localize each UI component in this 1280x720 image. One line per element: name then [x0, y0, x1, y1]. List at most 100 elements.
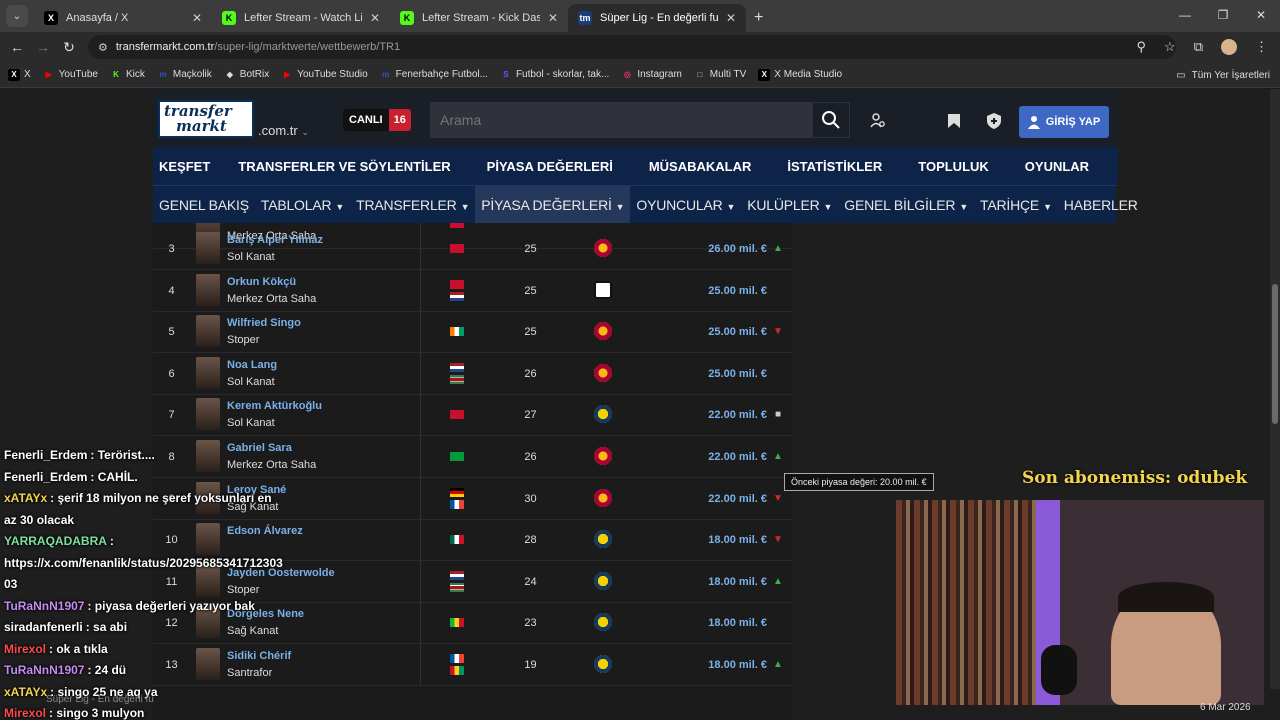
- market-value-link[interactable]: 26.00 mil. €: [708, 228, 767, 270]
- player-name-link[interactable]: Kerem Aktürkoğlu: [227, 400, 322, 412]
- market-value-link[interactable]: 22.00 mil. €: [708, 478, 767, 520]
- bookmark-item[interactable]: S Futbol - skorlar, tak...: [500, 69, 609, 81]
- reload-button[interactable]: ↻: [56, 39, 82, 56]
- bookmark-item[interactable]: m Maçkolik: [157, 69, 211, 81]
- sub-nav-item[interactable]: TABLOLAR ▼: [255, 186, 350, 224]
- url-bar[interactable]: ⚙ transfermarkt.com.tr/super-lig/marktwe…: [88, 35, 1176, 59]
- shield-icon[interactable]: [984, 111, 1004, 131]
- close-icon[interactable]: ✕: [192, 11, 202, 25]
- close-icon[interactable]: ✕: [726, 11, 736, 25]
- club-crest-gs-icon[interactable]: [594, 239, 612, 257]
- player-name-link[interactable]: Barış Alper Yılmaz: [227, 234, 323, 246]
- bookmark-item[interactable]: XX: [8, 68, 31, 81]
- back-button[interactable]: ←: [4, 39, 30, 55]
- market-value-link[interactable]: 18.00 mil. €: [708, 561, 767, 603]
- club-crest-gs-icon[interactable]: [594, 488, 612, 507]
- browser-tab[interactable]: K Lefter Stream - Kick Dashboard ✕: [390, 4, 568, 32]
- sub-nav-item[interactable]: HABERLER: [1058, 186, 1144, 224]
- trend-down-icon[interactable]: ▼: [773, 535, 783, 545]
- bookmark-item[interactable]: ◎ Instagram: [621, 69, 682, 81]
- bookmark-item[interactable]: K Kick: [110, 69, 145, 81]
- market-value-link[interactable]: 18.00 mil. €: [708, 519, 767, 561]
- bookmark-icon[interactable]: [944, 111, 964, 131]
- main-nav-item[interactable]: İSTATİSTİKLER: [781, 159, 888, 174]
- trend-down-icon[interactable]: ▼: [773, 493, 783, 504]
- sub-nav-item[interactable]: TARİHÇE ▼: [974, 186, 1058, 224]
- trend-unchanged-icon[interactable]: ■: [773, 410, 783, 420]
- profile-avatar[interactable]: [1221, 39, 1237, 55]
- club-crest-fb-icon[interactable]: [594, 405, 612, 424]
- main-nav-item[interactable]: PİYASA DEĞERLERİ: [481, 159, 619, 174]
- browser-tab[interactable]: X Anasayfa / X ✕: [34, 4, 212, 32]
- trend-up-icon[interactable]: ▲: [773, 244, 783, 254]
- search-input[interactable]: [430, 112, 812, 128]
- club-crest-fb-icon[interactable]: [594, 613, 612, 632]
- site-info-icon[interactable]: ⚙: [98, 41, 108, 54]
- main-nav-item[interactable]: TRANSFERLER VE SÖYLENTİLER: [232, 159, 456, 174]
- bookmark-item[interactable]: ▶ YouTube Studio: [281, 69, 368, 81]
- close-window-button[interactable]: ✕: [1242, 0, 1280, 32]
- trend-up-icon[interactable]: ▲: [773, 452, 783, 462]
- market-value-link[interactable]: 18.00 mil. €: [708, 602, 767, 644]
- sub-nav-item[interactable]: PİYASA DEĞERLERİ ▼: [475, 185, 631, 224]
- bookmark-item[interactable]: ◆ BotRix: [224, 69, 270, 81]
- sub-nav-item[interactable]: GENEL BİLGİLER ▼: [838, 186, 974, 224]
- main-nav-item[interactable]: KEŞFET: [153, 159, 216, 174]
- player-photo[interactable]: [196, 356, 220, 389]
- player-photo[interactable]: [196, 273, 220, 306]
- player-photo[interactable]: [196, 315, 220, 348]
- player-photo[interactable]: [196, 398, 220, 431]
- market-value-link[interactable]: 22.00 mil. €: [708, 394, 767, 436]
- market-value-link[interactable]: 22.00 mil. €: [708, 436, 767, 478]
- search-button[interactable]: [812, 102, 850, 138]
- sub-nav-item[interactable]: KULÜPLER ▼: [741, 186, 838, 224]
- close-icon[interactable]: ✕: [370, 11, 380, 25]
- transfermarkt-logo[interactable]: transfer markt: [158, 100, 254, 138]
- club-crest-gs-icon[interactable]: [594, 447, 612, 465]
- player-search-icon[interactable]: [868, 111, 888, 131]
- main-nav-item[interactable]: MÜSABAKALAR: [643, 159, 758, 174]
- player-name-link[interactable]: Wilfried Singo: [227, 317, 301, 329]
- market-value-link[interactable]: 18.00 mil. €: [708, 644, 767, 686]
- tab-search-button[interactable]: ⌄: [6, 5, 28, 27]
- zoom-icon[interactable]: ⚲: [1137, 39, 1147, 55]
- bookmark-item[interactable]: m Fenerbahçe Futbol...: [380, 69, 488, 81]
- player-name-link[interactable]: Noa Lang: [227, 359, 277, 371]
- trend-up-icon[interactable]: ▲: [773, 576, 783, 587]
- club-crest-gs-icon[interactable]: [594, 363, 612, 382]
- minimize-button[interactable]: —: [1166, 0, 1204, 32]
- market-value-link[interactable]: 25.00 mil. €: [708, 353, 767, 395]
- trend-down-icon[interactable]: ▼: [773, 327, 783, 337]
- main-nav-item[interactable]: TOPLULUK: [912, 159, 995, 174]
- club-crest-fb-icon[interactable]: [594, 530, 612, 549]
- trend-up-icon[interactable]: ▲: [773, 660, 783, 670]
- browser-tab[interactable]: K Lefter Stream - Watch Live on K ✕: [212, 4, 390, 32]
- page-scrollbar[interactable]: [1270, 89, 1280, 689]
- extensions-icon[interactable]: ⧉: [1194, 39, 1203, 55]
- bookmark-item[interactable]: □ Multi TV: [694, 69, 746, 81]
- club-crest-bjk-icon[interactable]: [594, 280, 612, 299]
- bookmark-item[interactable]: XX Media Studio: [758, 68, 842, 81]
- new-tab-button[interactable]: +: [754, 9, 763, 27]
- login-button[interactable]: GİRİŞ YAP: [1019, 106, 1109, 138]
- maximize-button[interactable]: ❐: [1204, 0, 1242, 32]
- market-value-link[interactable]: 25.00 mil. €: [708, 270, 767, 312]
- player-photo[interactable]: [196, 232, 220, 264]
- sub-nav-item[interactable]: TRANSFERLER ▼: [350, 186, 475, 224]
- browser-tab[interactable]: tm Süper Lig - En değerli futbolcul ✕: [568, 4, 746, 32]
- club-crest-gs-icon[interactable]: [594, 322, 612, 341]
- bookmark-item[interactable]: ▶ YouTube: [43, 69, 98, 81]
- club-crest-fb-icon[interactable]: [594, 655, 612, 673]
- bookmark-star-icon[interactable]: ☆: [1164, 39, 1176, 55]
- live-matches-badge[interactable]: CANLI 16: [343, 109, 411, 131]
- scrollbar-thumb[interactable]: [1272, 284, 1278, 424]
- close-icon[interactable]: ✕: [548, 11, 558, 25]
- domain-selector[interactable]: .com.tr ⌄: [258, 123, 309, 138]
- sub-nav-item[interactable]: GENEL BAKIŞ: [153, 186, 255, 224]
- browser-menu-icon[interactable]: ⋮: [1255, 39, 1268, 55]
- player-name-link[interactable]: Orkun Kökçü: [227, 276, 296, 288]
- sub-nav-item[interactable]: OYUNCULAR ▼: [630, 186, 741, 224]
- main-nav-item[interactable]: OYUNLAR: [1019, 159, 1095, 174]
- club-crest-fb-icon[interactable]: [594, 571, 612, 590]
- forward-button[interactable]: →: [30, 39, 56, 55]
